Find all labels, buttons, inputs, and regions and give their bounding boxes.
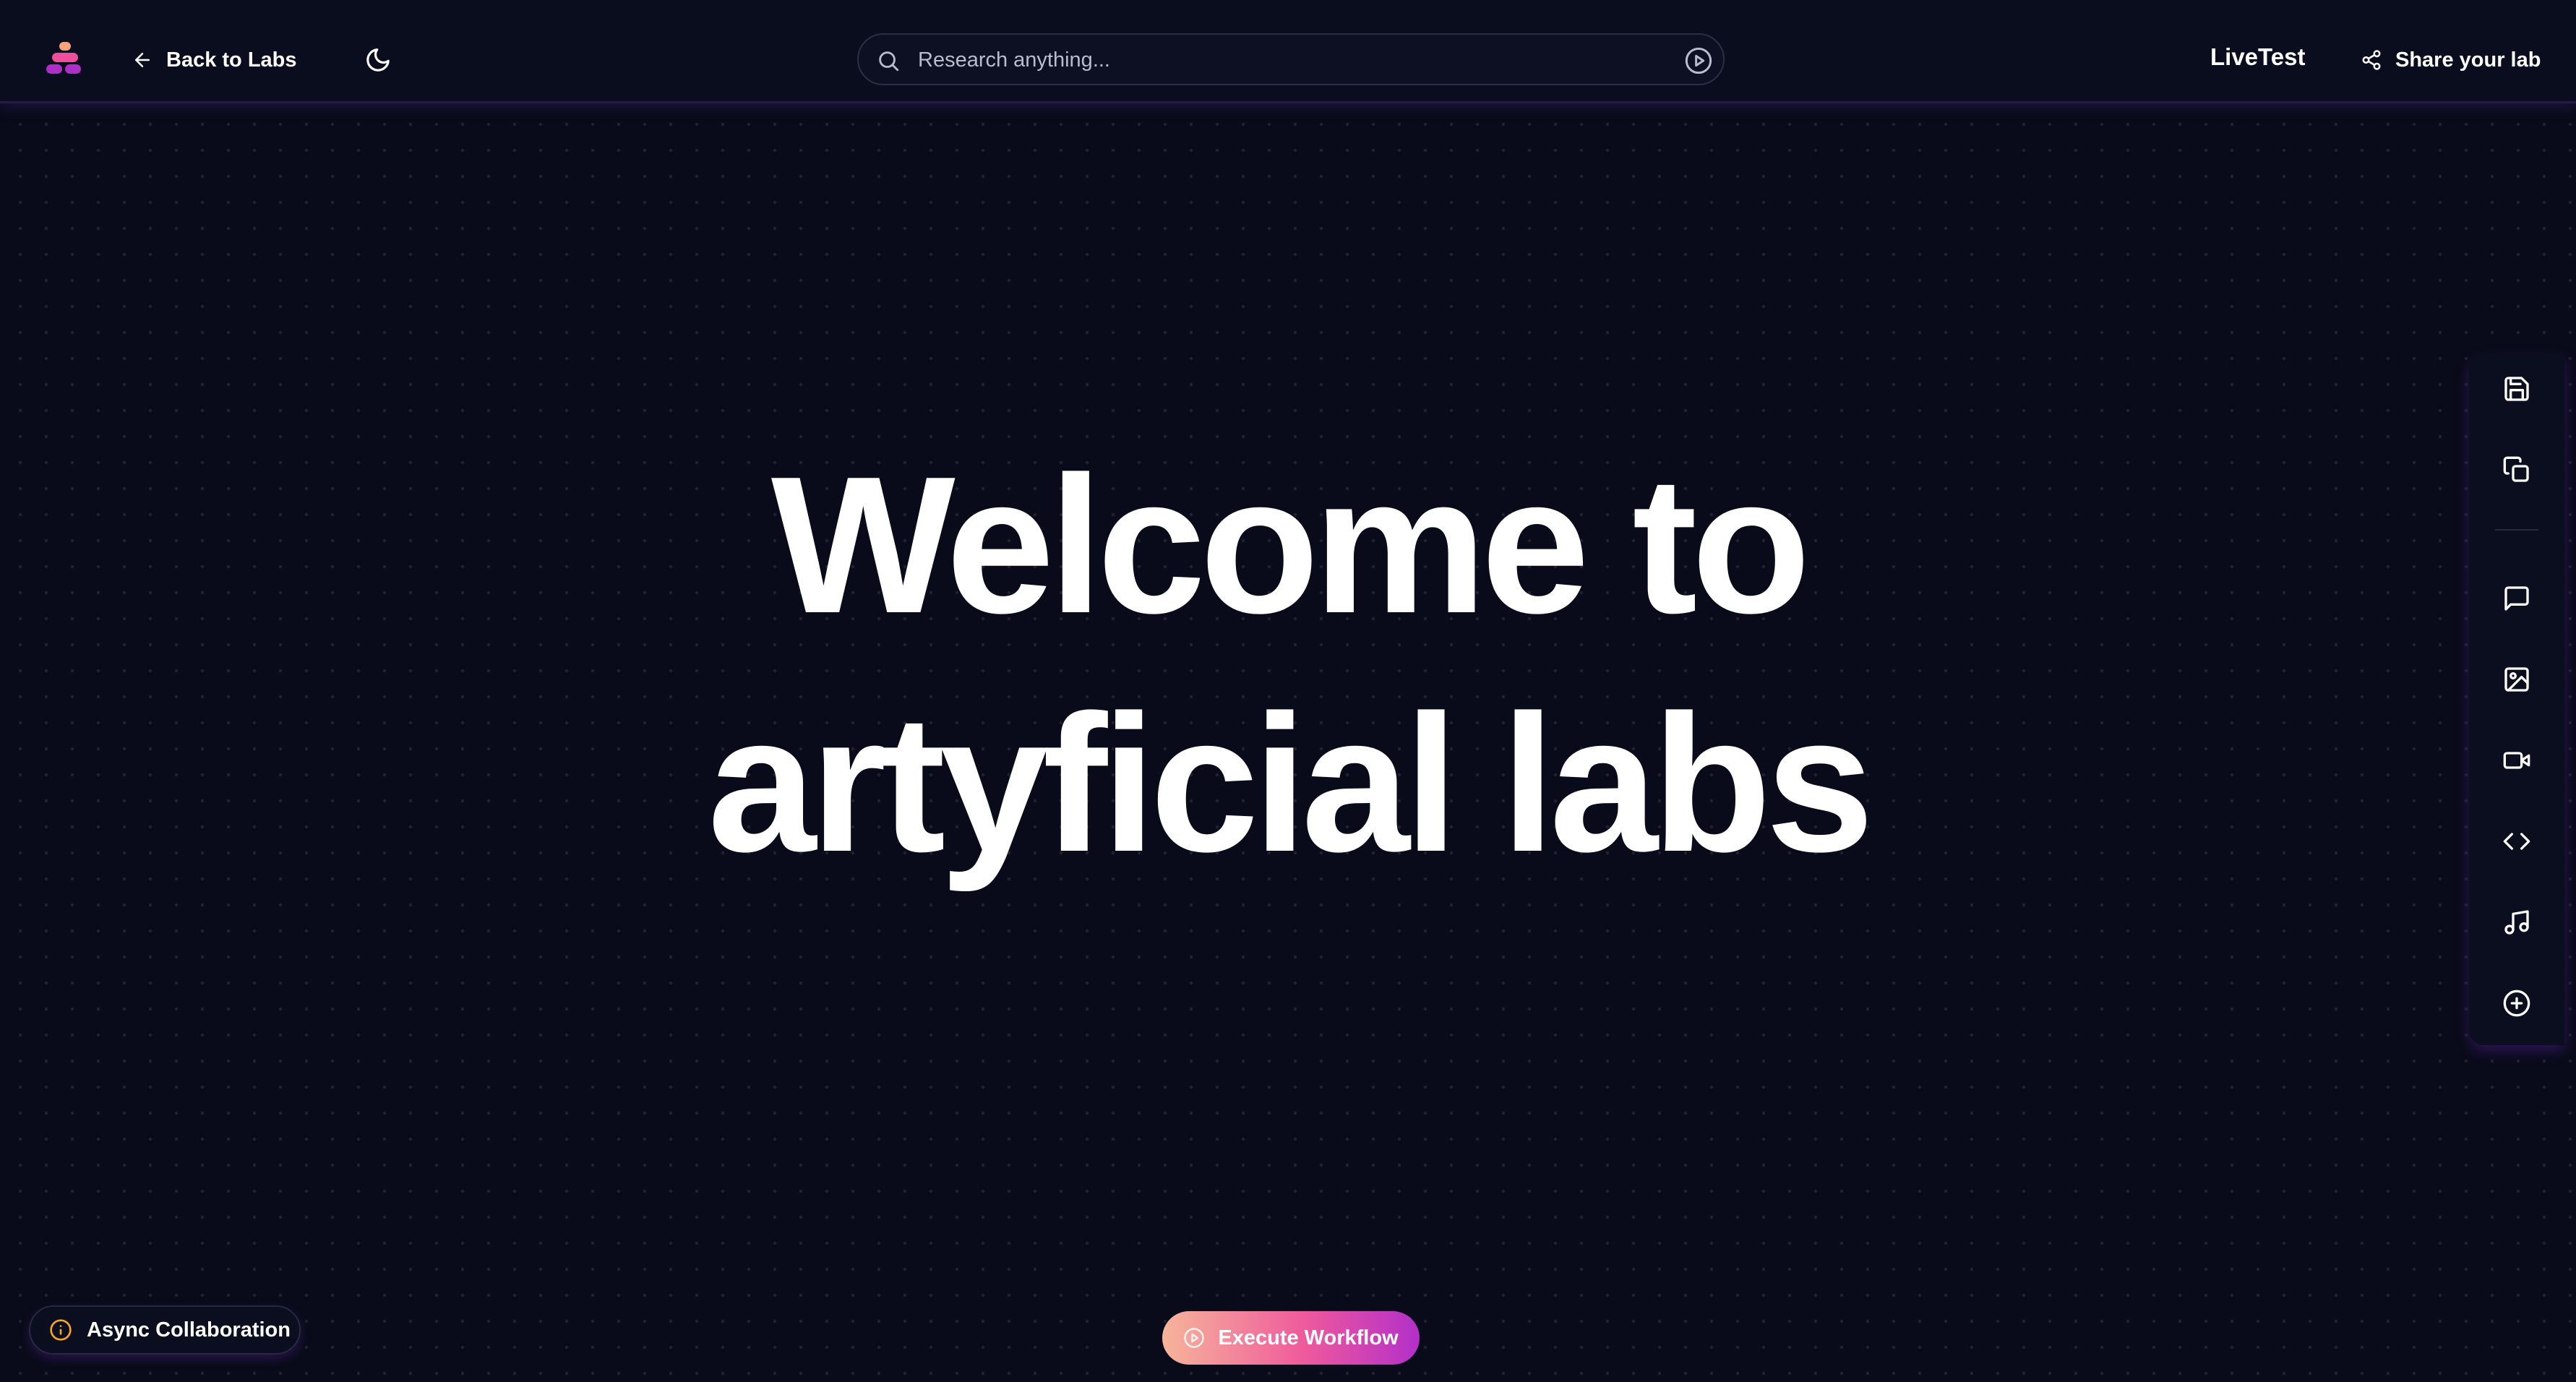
- welcome-heading-line2: artyficial labs: [708, 675, 1874, 893]
- async-collaboration-label: Async Collaboration: [87, 1318, 291, 1342]
- top-bar: Back to Labs LiveTest Share your lab: [0, 0, 2576, 103]
- add-circle-icon: [2503, 990, 2530, 1017]
- add-text-node-button[interactable]: [2496, 578, 2537, 619]
- welcome-heading-line1: Welcome to: [770, 437, 1811, 654]
- toolbar-divider: [2495, 529, 2538, 531]
- back-to-labs-label: Back to Labs: [166, 48, 297, 72]
- duplicate-icon: [2503, 456, 2529, 482]
- image-icon: [2504, 667, 2529, 692]
- save-button[interactable]: [2496, 369, 2537, 409]
- code-icon: [2503, 833, 2530, 850]
- node-toolbar: [2469, 354, 2564, 1045]
- add-audio-node-button[interactable]: [2496, 902, 2537, 943]
- moon-icon: [366, 48, 390, 72]
- search-input[interactable]: [916, 40, 1642, 80]
- add-video-node-button[interactable]: [2496, 740, 2537, 781]
- music-icon: [2504, 910, 2529, 935]
- add-node-button[interactable]: [2496, 983, 2537, 1023]
- play-circle-icon: [1184, 1328, 1205, 1348]
- execute-workflow-label: Execute Workflow: [1218, 1326, 1399, 1349]
- info-icon: [50, 1319, 72, 1341]
- share-lab-button[interactable]: Share your lab: [2361, 42, 2541, 78]
- add-image-node-button[interactable]: [2496, 659, 2537, 700]
- share-lab-label: Share your lab: [2395, 48, 2541, 72]
- play-circle-icon[interactable]: [1684, 46, 1713, 75]
- welcome-heading: Welcome to artyficial labs: [0, 426, 2576, 904]
- search-icon: [879, 51, 899, 72]
- share-icon: [2362, 50, 2381, 70]
- lab-title[interactable]: LiveTest: [2210, 43, 2305, 71]
- async-collaboration-button[interactable]: Async Collaboration: [29, 1305, 301, 1355]
- arrow-left-icon: [135, 53, 150, 67]
- add-code-node-button[interactable]: [2496, 821, 2537, 862]
- comment-icon: [2504, 586, 2529, 611]
- theme-toggle-button[interactable]: [361, 43, 395, 77]
- back-to-labs-button[interactable]: Back to Labs: [132, 42, 297, 78]
- duplicate-button[interactable]: [2496, 450, 2537, 490]
- save-icon: [2504, 377, 2529, 401]
- app-logo-icon[interactable]: [46, 42, 84, 75]
- video-icon: [2503, 752, 2530, 769]
- execute-workflow-button[interactable]: Execute Workflow: [1162, 1311, 1420, 1365]
- search-bar: [857, 33, 1725, 85]
